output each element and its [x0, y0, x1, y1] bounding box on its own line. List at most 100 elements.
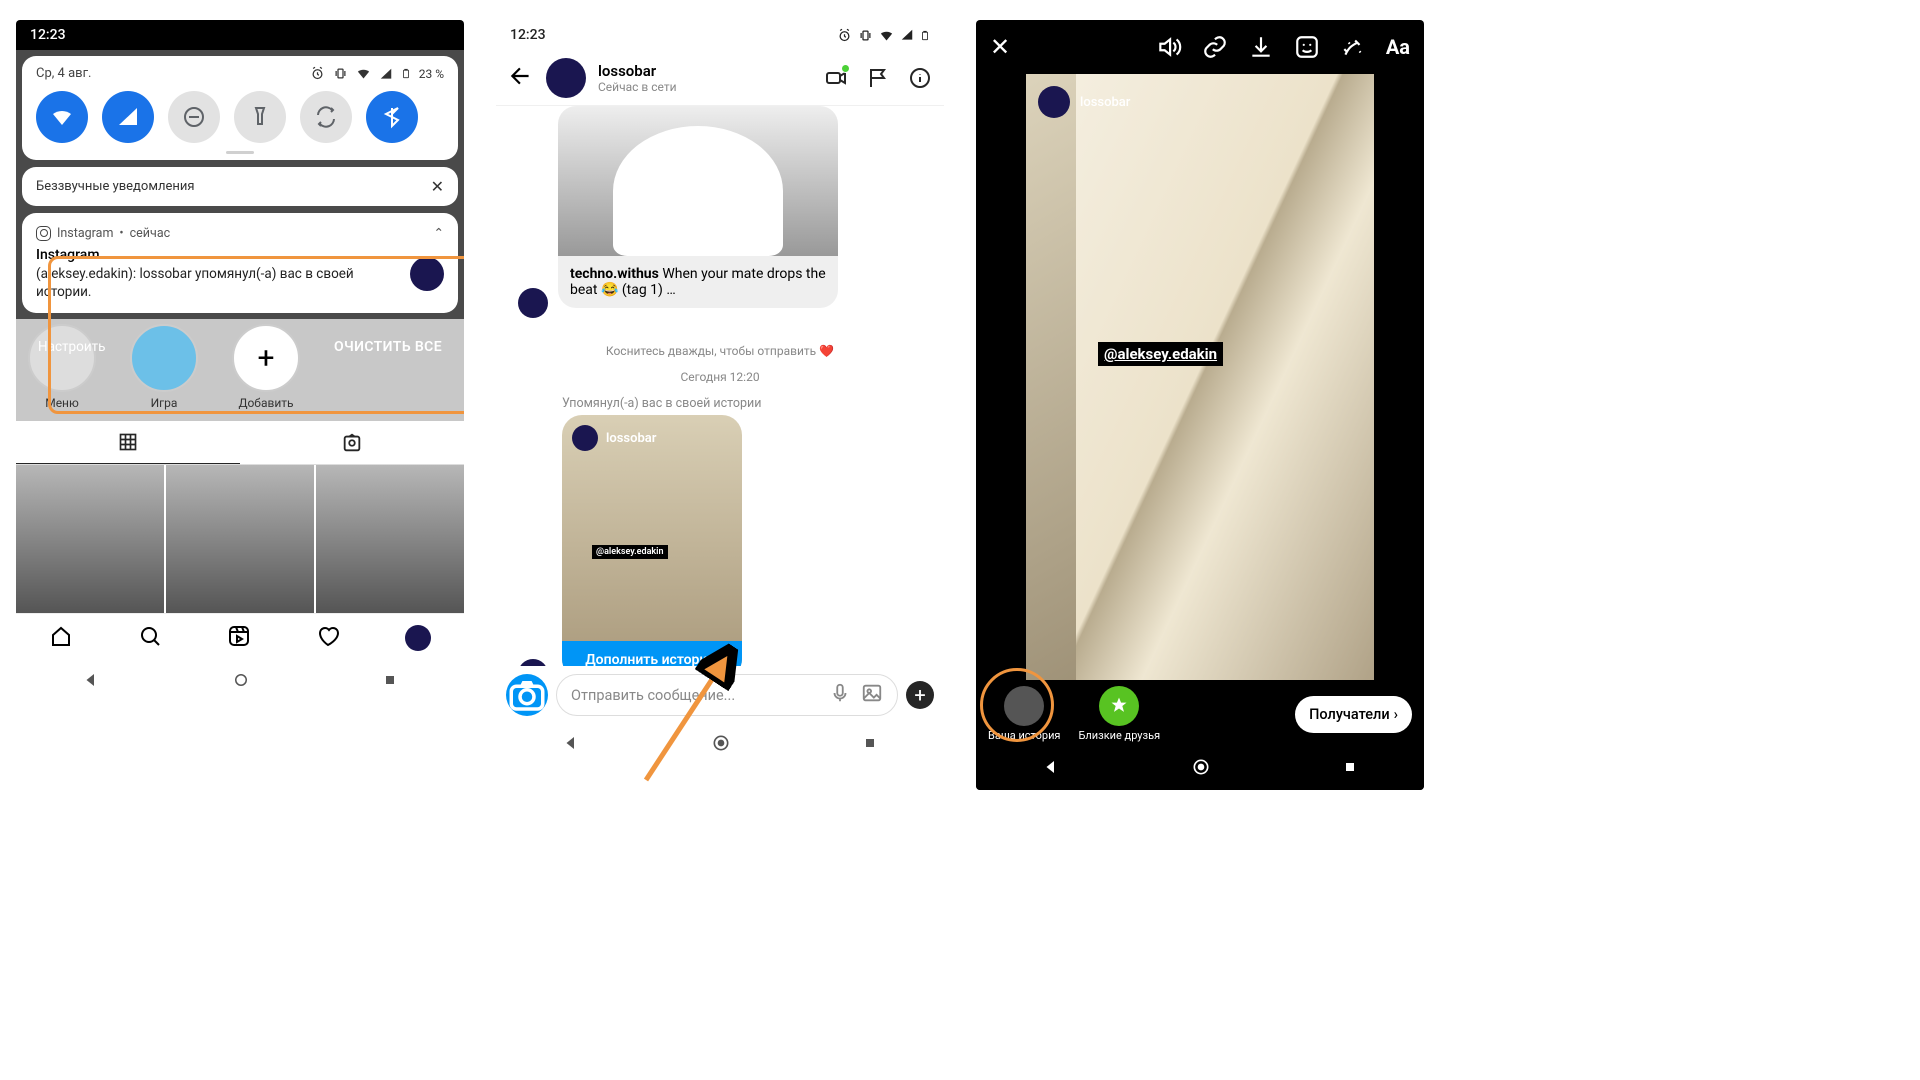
recipients-label: Получатели: [1309, 706, 1390, 723]
clock: 12:23: [30, 27, 66, 43]
nav-home-icon[interactable]: [1191, 757, 1211, 781]
alarm-icon: [310, 66, 325, 81]
qs-date: Ср, 4 авг.: [36, 66, 91, 81]
chat-header: lossobar Сейчас в сети: [496, 50, 944, 106]
nav-search-icon[interactable]: [138, 624, 162, 652]
nav-back-icon[interactable]: [1042, 758, 1060, 780]
status-bar: 12:23: [496, 20, 944, 50]
highlight-menu[interactable]: [28, 324, 96, 392]
android-navbar: [16, 661, 464, 703]
status-bar: 12:23: [16, 20, 464, 50]
silent-label: Беззвучные уведомления: [36, 179, 195, 194]
status-icons: 23 %: [310, 66, 444, 81]
clear-all-button[interactable]: ОЧИСТИТЬ ВСЕ: [334, 339, 442, 355]
story-mention-card[interactable]: lossobar @aleksey.edakin Дополнить истор…: [562, 415, 742, 666]
grid-thumb[interactable]: [316, 465, 464, 613]
double-tap-hint: Коснитесь дважды, чтобы отправить ❤️: [508, 344, 932, 358]
info-button[interactable]: [908, 66, 932, 90]
qs-flashlight-toggle[interactable]: [234, 91, 286, 143]
nav-back-icon[interactable]: [82, 671, 100, 693]
story-mention-tag: @aleksey.edakin: [592, 545, 668, 559]
battery-percent: 23 %: [419, 67, 444, 81]
notification-card[interactable]: Instagram • сейчас ⌃ Instagram (aleksey.…: [22, 213, 458, 313]
voice-message-icon[interactable]: [829, 682, 851, 708]
highlight-add[interactable]: +: [232, 324, 300, 392]
qs-bluetooth-toggle[interactable]: [366, 91, 418, 143]
notif-body: (aleksey.edakin): lossobar упомянул(‑а) …: [36, 265, 444, 301]
notif-title: Instagram: [36, 247, 444, 263]
flag-button[interactable]: [866, 66, 890, 90]
screen-story-editor: ✕ Aa lossobar @aleksey.edakin Ваша истор…: [976, 20, 1424, 790]
close-button[interactable]: ✕: [990, 33, 1010, 61]
message-composer: Отправить сообщение... +: [496, 666, 944, 724]
qs-rotate-toggle[interactable]: [300, 91, 352, 143]
nav-activity-icon[interactable]: [316, 624, 340, 652]
camera-button[interactable]: [506, 674, 548, 716]
shared-post-caption[interactable]: techno.withus When your mate drops the b…: [558, 256, 838, 308]
alarm-icon: [837, 28, 852, 43]
story-username: lossobar: [606, 431, 656, 446]
video-call-button[interactable]: [824, 66, 848, 90]
close-icon[interactable]: ✕: [431, 177, 444, 196]
message-input[interactable]: Отправить сообщение...: [571, 687, 819, 704]
highlight-label: Добавить: [232, 396, 300, 410]
tab-tagged[interactable]: [240, 421, 464, 464]
your-story-label: Ваша история: [988, 729, 1060, 742]
chat-timestamp: Сегодня 12:20: [508, 370, 932, 384]
close-friends-label: Близкие друзья: [1078, 729, 1160, 742]
chat-avatar[interactable]: [546, 58, 586, 98]
tab-grid[interactable]: [16, 421, 240, 464]
qs-cellular-toggle[interactable]: [102, 91, 154, 143]
nav-recents-icon[interactable]: [1342, 759, 1358, 779]
battery-icon: [401, 66, 411, 81]
highlight-label: Игра: [130, 396, 198, 410]
post-author: techno.withus: [570, 266, 659, 282]
effects-icon[interactable]: [1340, 34, 1366, 60]
sound-icon[interactable]: [1156, 34, 1182, 60]
story-canvas[interactable]: lossobar @aleksey.edakin: [1026, 74, 1374, 680]
story-editor-toolbar: ✕ Aa: [976, 20, 1424, 74]
chevron-up-icon[interactable]: ⌃: [434, 225, 444, 241]
nav-recents-icon[interactable]: [382, 672, 398, 692]
recipients-button[interactable]: Получатели ›: [1295, 696, 1412, 733]
mention-sticker[interactable]: @aleksey.edakin: [1098, 342, 1223, 366]
highlight-game[interactable]: [130, 324, 198, 392]
qs-dnd-toggle[interactable]: [168, 91, 220, 143]
nav-profile-icon[interactable]: [405, 625, 431, 651]
add-sticker-button[interactable]: +: [906, 681, 934, 709]
chat-presence: Сейчас в сети: [598, 80, 677, 94]
close-friends-button[interactable]: Близкие друзья: [1078, 686, 1160, 742]
sticker-icon[interactable]: [1294, 34, 1320, 60]
manage-button[interactable]: Настроить: [38, 339, 105, 355]
add-to-story-button[interactable]: Дополнить историю: [562, 641, 742, 666]
nav-reels-icon[interactable]: [227, 624, 251, 652]
your-story-button[interactable]: Ваша история: [988, 686, 1060, 742]
notif-app-name: Instagram: [57, 226, 113, 241]
grid-thumb[interactable]: [16, 465, 164, 613]
nav-back-icon[interactable]: [562, 734, 580, 756]
instagram-bottom-nav: [16, 613, 464, 661]
nav-home-icon[interactable]: [232, 671, 250, 693]
shade-drag-handle[interactable]: [226, 151, 254, 154]
wifi-icon: [356, 66, 371, 81]
grid-thumb[interactable]: [166, 465, 314, 613]
download-icon[interactable]: [1248, 34, 1274, 60]
silent-notifications-header: Беззвучные уведомления ✕: [22, 167, 458, 206]
chat-username[interactable]: lossobar: [598, 62, 677, 80]
story-owner-name: lossobar: [1080, 95, 1130, 110]
highlight-label: Меню: [28, 396, 96, 410]
shared-post-image[interactable]: [558, 106, 838, 256]
text-tool[interactable]: Aa: [1386, 35, 1410, 59]
profile-grid: [16, 465, 464, 613]
back-button[interactable]: [508, 63, 534, 93]
battery-icon: [920, 28, 930, 43]
qs-wifi-toggle[interactable]: [36, 91, 88, 143]
gallery-icon[interactable]: [861, 682, 883, 708]
nav-home-icon[interactable]: [49, 624, 73, 652]
link-icon[interactable]: [1202, 34, 1228, 60]
chat-messages[interactable]: techno.withus When your mate drops the b…: [496, 106, 944, 666]
sender-avatar: [518, 659, 548, 666]
cell-signal-icon: [900, 28, 914, 42]
nav-recents-icon[interactable]: [862, 735, 878, 755]
nav-home-icon[interactable]: [711, 733, 731, 757]
